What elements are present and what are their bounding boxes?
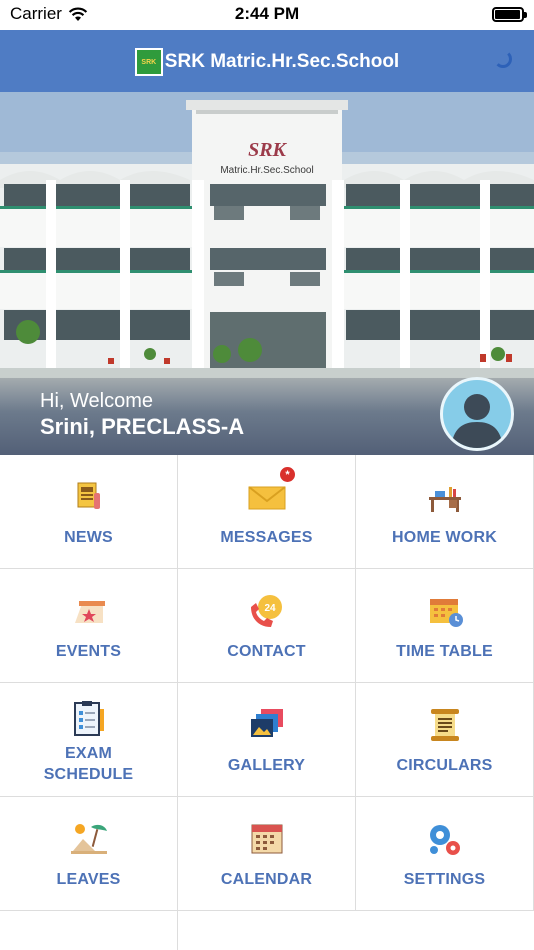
battery-icon (492, 7, 527, 22)
hero-banner: SRK Matric.Hr.Sec.School Hi, Welcome Sri… (0, 92, 534, 455)
menu-timetable[interactable]: TIME TABLE (356, 569, 534, 683)
menu-label: CONTACT (227, 643, 306, 660)
newspaper-icon (77, 482, 100, 509)
status-bar: Carrier 2:44 PM (0, 0, 534, 30)
menu-label: GALLERY (227, 757, 306, 774)
menu-gallery[interactable]: GALLERY (178, 683, 356, 797)
menu-grid: NEWS * MESSAGES HOME WORK EVENTS 24 CONT… (0, 455, 534, 950)
menu-homework[interactable]: HOME WORK (356, 455, 534, 569)
school-logo: SRK (134, 48, 163, 76)
menu-messages[interactable]: * MESSAGES (178, 455, 356, 569)
checklist-icon (74, 701, 104, 736)
svg-text:24: 24 (264, 603, 276, 614)
user-name-class: Srini, PRECLASS-A (40, 414, 245, 439)
menu-label: NEWS (64, 529, 113, 546)
phone-24-icon: 24 (251, 595, 282, 627)
app-header: SRK SRK Matric.Hr.Sec.School (0, 30, 534, 92)
logo-text: SRK (141, 58, 157, 66)
menu-circulars[interactable]: CIRCULARS (356, 683, 534, 797)
menu-label: HOME WORK (392, 529, 497, 546)
menu-label: CALENDAR (220, 871, 313, 888)
welcome-text: Hi, Welcome (40, 390, 153, 412)
menu-news[interactable]: NEWS (0, 455, 178, 569)
unread-badge: * (280, 467, 295, 482)
loading-spinner-icon (494, 50, 512, 68)
menu-leaves[interactable]: LEAVES (0, 797, 178, 911)
desk-icon (429, 487, 461, 512)
profile-avatar[interactable] (440, 377, 514, 451)
header-title-group: SRK SRK Matric.Hr.Sec.School (0, 48, 534, 76)
calendar-clock-icon (430, 599, 463, 627)
envelope-icon (248, 486, 286, 510)
menu-settings[interactable]: SETTINGS (356, 797, 534, 911)
gears-icon (430, 825, 460, 855)
menu-notes[interactable] (0, 911, 178, 950)
menu-label: SETTINGS (403, 871, 486, 888)
menu-label: CIRCULARS (396, 757, 493, 774)
building-sign-subtext: Matric.Hr.Sec.School (220, 165, 313, 176)
event-tent-icon (75, 601, 105, 623)
menu-empty-cell (178, 911, 356, 950)
building-sign-text: SRK (248, 139, 287, 161)
beach-icon (71, 824, 107, 854)
menu-events[interactable]: EVENTS (0, 569, 178, 683)
calendar-icon (251, 824, 283, 854)
clock: 2:44 PM (234, 4, 300, 23)
person-silhouette-icon (451, 394, 503, 448)
menu-label: TIME TABLE (396, 643, 493, 660)
notes-icon (69, 935, 109, 950)
menu-calendar[interactable]: CALENDAR (178, 797, 356, 911)
menu-exam-schedule[interactable]: EXAM SCHEDULE (0, 683, 178, 797)
app-title: SRK Matric.Hr.Sec.School (164, 51, 400, 72)
scroll-icon (431, 709, 459, 741)
menu-label: EXAM SCHEDULE (43, 745, 134, 783)
menu-label: LEAVES (56, 871, 121, 888)
menu-label: EVENTS (55, 643, 122, 660)
menu-label: MESSAGES (220, 529, 313, 546)
menu-contact[interactable]: 24 CONTACT (178, 569, 356, 683)
photos-icon (251, 709, 283, 737)
